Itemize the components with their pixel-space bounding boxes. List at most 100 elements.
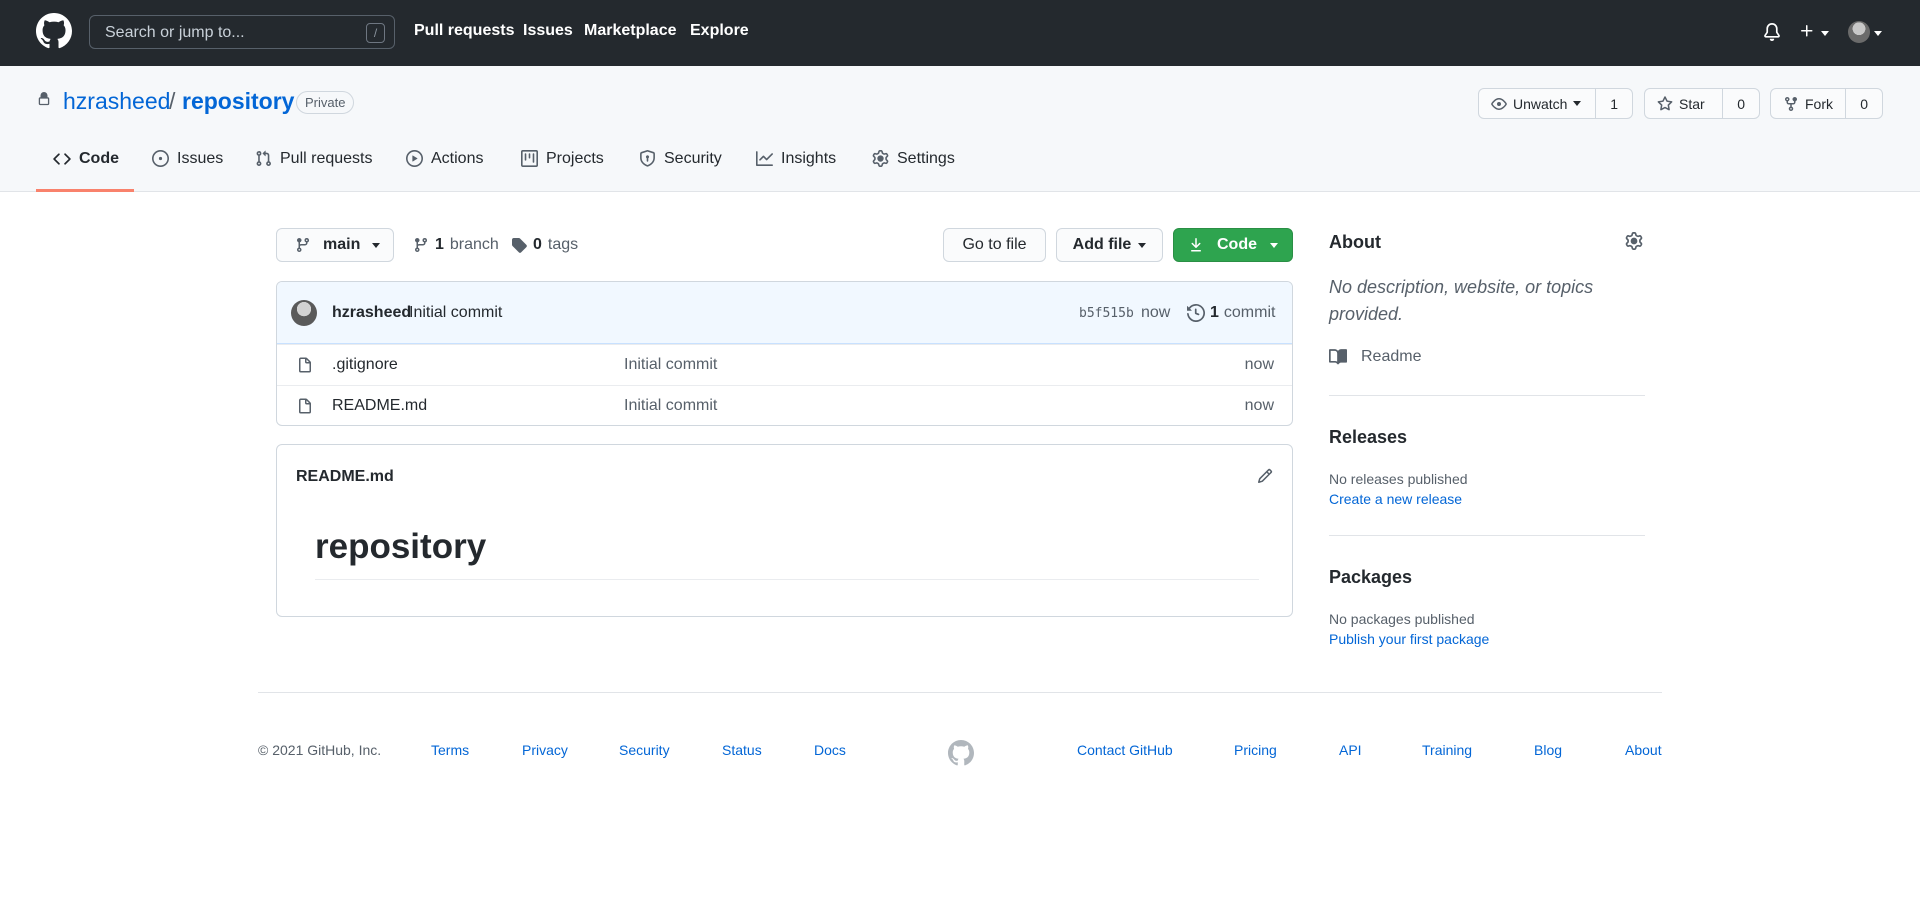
code-download-button[interactable]: Code [1173,228,1293,262]
file-commit-time: now [1244,356,1274,373]
star-label: Star [1679,95,1705,112]
footer-link-pricing[interactable]: Pricing [1234,742,1277,758]
footer-link-contact[interactable]: Contact GitHub [1077,742,1173,758]
github-logo-icon[interactable] [36,13,72,49]
commit-history-link[interactable]: 1 commit [1187,304,1275,322]
add-file-button[interactable]: Add file [1056,228,1163,262]
unwatch-button[interactable]: Unwatch [1479,89,1595,118]
commit-author-avatar[interactable] [291,300,317,326]
footer-link-api[interactable]: API [1339,742,1362,758]
footer-link-training[interactable]: Training [1422,742,1472,758]
about-heading: About [1329,232,1381,252]
footer-link-about[interactable]: About [1625,742,1662,758]
fork-icon [1785,96,1797,111]
repo-owner-link[interactable]: hzrasheed [63,88,170,115]
tab-projects-label: Projects [546,150,604,167]
nav-explore[interactable]: Explore [690,22,749,40]
fork-label: Fork [1805,95,1833,112]
stars-count[interactable]: 0 [1722,89,1759,118]
tab-security[interactable]: Security [639,150,722,190]
commit-author-link[interactable]: hzrasheed [332,304,411,322]
tab-insights-label: Insights [781,150,837,167]
repo-name-link[interactable]: repository [182,88,294,115]
tab-pull-requests[interactable]: Pull requests [255,150,373,190]
edit-pencil-icon[interactable] [1257,468,1273,484]
tag-icon [512,238,527,253]
branches-link[interactable]: 1 branch [413,236,499,254]
pull-request-icon [256,150,271,166]
slash-shortcut-hint: / [366,23,385,43]
commit-sha-link[interactable]: b5f515b [1079,306,1134,321]
tab-insights[interactable]: Insights [756,150,836,190]
publish-package-link[interactable]: Publish your first package [1329,631,1489,647]
footer-link-terms[interactable]: Terms [431,742,469,758]
notification-bell-icon[interactable] [1763,22,1781,42]
file-icon [297,357,313,374]
releases-heading[interactable]: Releases [1329,427,1407,448]
tab-projects[interactable]: Projects [521,150,604,190]
star-icon [1657,95,1673,110]
file-icon [297,398,313,415]
unwatch-label: Unwatch [1513,95,1568,112]
play-icon [406,150,423,167]
tab-issues[interactable]: Issues [152,150,223,190]
about-settings-gear-icon[interactable] [1625,232,1643,250]
go-to-file-button[interactable]: Go to file [943,228,1046,262]
shield-icon [640,150,655,167]
watchers-count[interactable]: 1 [1595,89,1632,118]
fork-button[interactable]: Fork [1771,89,1845,118]
tag-count-label: tags [547,236,579,253]
forks-count[interactable]: 0 [1845,89,1882,118]
tab-actions-label: Actions [431,150,484,167]
nav-issues[interactable]: Issues [523,22,573,40]
readme-panel: README.md repository [276,444,1293,617]
tab-issues-label: Issues [177,150,224,167]
user-menu-caret-icon [1874,31,1882,36]
sidebar-divider [1329,395,1645,396]
code-button-label: Code [1217,236,1257,253]
file-commit-message-link[interactable]: Initial commit [624,356,717,374]
readme-link-label: Readme [1361,348,1422,365]
tab-settings[interactable]: Settings [872,150,955,190]
active-tab-indicator [36,189,134,192]
fork-button-group: Fork 0 [1770,88,1883,119]
file-commit-message-link[interactable]: Initial commit [624,397,717,415]
commit-count: 1 [1210,304,1219,321]
create-new-plus-icon[interactable] [1799,23,1815,39]
footer-link-status[interactable]: Status [722,742,762,758]
tab-actions[interactable]: Actions [406,150,483,190]
history-icon [1187,304,1205,322]
nav-marketplace[interactable]: Marketplace [584,22,677,40]
readme-link[interactable]: Readme [1329,348,1421,366]
user-avatar[interactable] [1848,21,1870,43]
search-input[interactable]: Search or jump to... / [89,15,395,49]
file-name-link[interactable]: .gitignore [332,356,398,374]
branch-select-button[interactable]: main [276,228,394,262]
footer-link-security[interactable]: Security [619,742,670,758]
watch-caret-icon [1573,101,1582,106]
file-list: hzrasheed Initial commit b5f515b now 1 c… [276,281,1293,426]
file-name-link[interactable]: README.md [332,397,427,415]
create-release-link[interactable]: Create a new release [1329,491,1462,507]
footer-link-privacy[interactable]: Privacy [522,742,568,758]
tags-link[interactable]: 0 tags [511,236,578,254]
nav-pull-requests[interactable]: Pull requests [414,22,514,40]
packages-heading[interactable]: Packages [1329,567,1412,588]
footer-copyright: © 2021 GitHub, Inc. [258,742,382,758]
path-separator: / [169,88,176,114]
graph-icon [756,151,773,166]
footer-divider [258,692,1662,693]
readme-file-link[interactable]: README.md [296,468,394,486]
about-description: No description, website, or topics provi… [1329,277,1594,324]
code-icon [53,153,71,165]
tab-settings-label: Settings [897,150,955,167]
commit-time: now [1141,304,1171,321]
footer-link-docs[interactable]: Docs [814,742,846,758]
visibility-badge: Private [296,91,355,114]
tab-code[interactable]: Code [53,150,119,190]
footer-link-blog[interactable]: Blog [1534,742,1562,758]
footer-github-logo-icon[interactable] [948,740,974,766]
project-icon [521,150,538,167]
star-button[interactable]: Star [1645,89,1722,118]
commit-message-link[interactable]: Initial commit [409,304,502,322]
